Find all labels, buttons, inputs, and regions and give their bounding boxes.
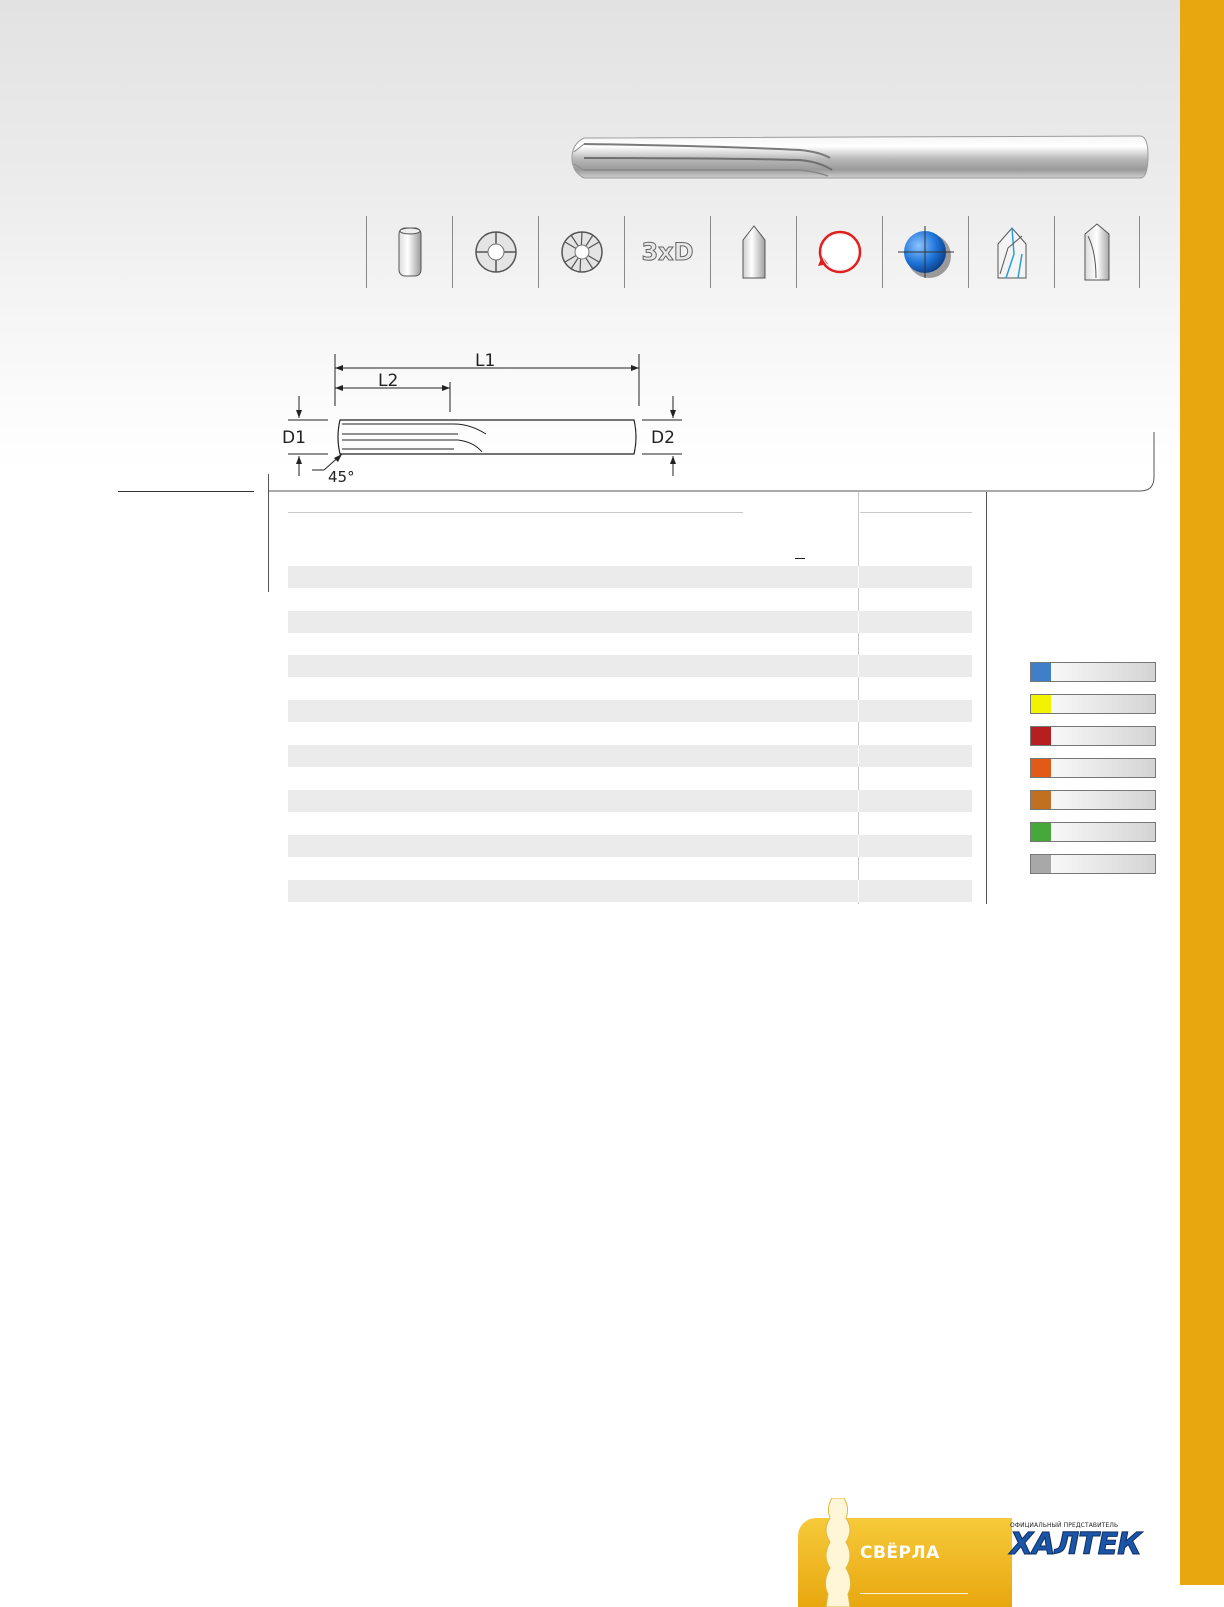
side-bar-gap [1180, 1585, 1224, 1607]
legend-swatch-red [1031, 727, 1051, 745]
table-row [288, 700, 972, 722]
table-header-rule-right [860, 512, 972, 513]
table-row [288, 611, 972, 633]
table-header-rule [288, 512, 743, 513]
company-logo: ОФИЦИАЛЬНЫЙ ПРЕДСТАВИТЕЛЬ ХАЛТЕК [1010, 1522, 1143, 1562]
drill-bit-icon [824, 1498, 852, 1607]
label-l2: L2 [378, 371, 398, 391]
table-row [288, 880, 972, 902]
material-color-legend [1030, 662, 1156, 886]
legend-swatch-green [1031, 823, 1051, 841]
section-underline [860, 1593, 968, 1594]
left-rule [118, 491, 254, 492]
section-label: СВЁРЛА [860, 1543, 940, 1563]
label-chamfer-angle: 45° [328, 468, 355, 486]
legend-item [1030, 790, 1156, 810]
legend-item [1030, 758, 1156, 778]
label-d1: D1 [282, 428, 306, 448]
label-l1: L1 [475, 352, 495, 371]
table-right-divider [986, 492, 987, 904]
legend-item [1030, 694, 1156, 714]
legend-item [1030, 822, 1156, 842]
legend-item [1030, 726, 1156, 746]
legend-item [1030, 854, 1156, 874]
label-d2: D2 [651, 428, 675, 448]
reamer-technical-drawing: L1 L2 D1 D2 45° [282, 352, 682, 486]
legend-swatch-blue [1031, 663, 1051, 681]
table-row [288, 745, 972, 767]
table-row [288, 835, 972, 857]
table-row [288, 790, 972, 812]
table-row [288, 655, 972, 677]
legend-swatch-brown [1031, 791, 1051, 809]
table-left-divider [268, 474, 269, 592]
logo-name: ХАЛТЕК [1010, 1527, 1143, 1562]
legend-swatch-orange [1031, 759, 1051, 777]
legend-item [1030, 662, 1156, 682]
table-row [288, 566, 972, 588]
legend-swatch-gray [1031, 855, 1051, 873]
tolerance-dash [795, 558, 805, 559]
legend-swatch-yellow [1031, 695, 1051, 713]
